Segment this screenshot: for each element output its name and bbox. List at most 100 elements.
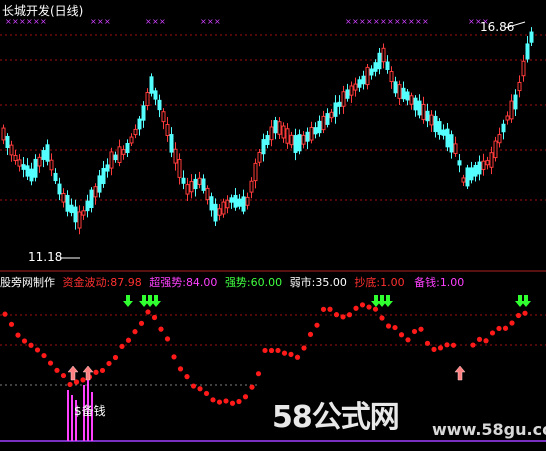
indicator-dot <box>54 367 60 373</box>
candle-body <box>385 61 390 71</box>
candle-body <box>229 197 234 203</box>
candle-body <box>161 111 166 123</box>
candle-body <box>69 204 74 214</box>
indicator-dot <box>379 315 385 321</box>
candle-body <box>321 115 326 131</box>
candle-body <box>41 150 46 160</box>
candle-body <box>81 210 86 216</box>
indicator-dot <box>21 338 28 344</box>
candle-body <box>45 144 50 162</box>
candle-body <box>193 178 198 190</box>
candle-body <box>465 167 470 187</box>
candle-body <box>237 198 242 207</box>
candle-body <box>269 126 274 141</box>
indicator-dot <box>366 304 372 310</box>
indicator-dot <box>47 360 54 366</box>
x-marker: × <box>468 17 475 26</box>
candle-body <box>329 111 334 119</box>
candle-body <box>501 123 506 133</box>
x-marker: × <box>394 17 401 26</box>
candle-body <box>505 115 510 121</box>
indicator-dot <box>67 381 73 388</box>
candle-body <box>273 120 278 134</box>
candle-body <box>49 159 54 171</box>
candle-body <box>405 91 410 101</box>
candle-body <box>325 113 330 125</box>
x-marker: × <box>366 17 373 26</box>
strong-signal-arrow <box>383 295 393 307</box>
candle-body <box>209 196 214 211</box>
price-high-label: 16.86 <box>480 20 515 34</box>
candle-body <box>317 120 322 134</box>
indicator-super-strong: 超强势:84.00 <box>149 276 218 289</box>
chart-canvas[interactable]: × × × × × × × × × × × × × × × × × × × × × × × × × × × × × × <box>0 0 546 447</box>
candle-body <box>449 134 454 153</box>
candle-body <box>233 194 238 208</box>
candle-body <box>345 89 350 99</box>
indicator-dot <box>470 342 476 348</box>
candle-body <box>397 84 402 99</box>
candle-body <box>517 81 522 92</box>
indicator-dot <box>307 331 314 337</box>
candle-body <box>485 160 490 166</box>
candle-body <box>353 83 358 91</box>
indicator-dot <box>483 338 489 344</box>
candle-body <box>357 79 362 88</box>
candle-body <box>65 194 70 212</box>
candle-body <box>421 103 426 121</box>
x-marker: × <box>387 17 394 26</box>
candle-body <box>117 146 122 163</box>
indicator-dot <box>288 351 294 357</box>
candle-body <box>313 127 318 135</box>
candle-body <box>349 85 354 96</box>
indicator-dot <box>405 337 411 343</box>
indicator-dot <box>34 347 41 353</box>
indicator-strong: 强势:60.00 <box>224 276 283 289</box>
candle-body <box>109 151 114 169</box>
candle-body <box>73 206 78 223</box>
candle-body <box>241 196 246 212</box>
indicator-dot <box>262 347 268 354</box>
candle-body <box>513 94 518 110</box>
indicator-dot <box>99 367 106 374</box>
candle-body <box>21 164 26 170</box>
indicator-dot <box>197 386 203 392</box>
indicator-dot <box>236 398 242 405</box>
candle-body <box>369 68 374 76</box>
x-marker: × <box>359 17 366 26</box>
x-marker: × <box>90 17 97 26</box>
indicator-dot <box>242 394 249 400</box>
candle-body <box>33 158 38 178</box>
candle-body <box>409 95 414 105</box>
indicator-dot <box>437 345 444 351</box>
candle-body <box>249 180 254 193</box>
indicator-dot <box>268 347 275 354</box>
candle-body <box>97 175 102 193</box>
chart-stage[interactable]: × × × × × × × × × × × × × × × × × × × × × × × × × × × × × × 长城开发(日线) … <box>0 0 546 447</box>
indicator-dot <box>216 399 223 405</box>
indicator-dot <box>281 350 288 356</box>
candle-body <box>113 154 118 161</box>
indicator-dot <box>450 342 457 348</box>
candle-body <box>157 99 162 111</box>
candle-body <box>197 177 202 185</box>
indicator-dot <box>249 384 255 390</box>
indicator-dot <box>444 342 450 348</box>
indicator-dot <box>177 366 184 372</box>
indicator-dot <box>184 374 190 380</box>
candle-body <box>289 134 294 146</box>
indicator-dot <box>60 372 67 379</box>
candle-body <box>177 159 182 178</box>
candle-body <box>301 134 306 145</box>
candle-body <box>217 208 222 216</box>
candle-body <box>425 110 430 122</box>
candle-body <box>89 189 94 209</box>
indicator-dot <box>411 328 418 335</box>
candle-body <box>9 144 14 156</box>
candle-body <box>105 164 110 172</box>
candle-body <box>309 126 314 141</box>
indicator-reserve-cash: 备钱:1.00 <box>414 276 465 289</box>
candle-body <box>185 184 190 195</box>
strong-signal-arrow <box>521 295 531 307</box>
candle-body <box>429 114 434 126</box>
